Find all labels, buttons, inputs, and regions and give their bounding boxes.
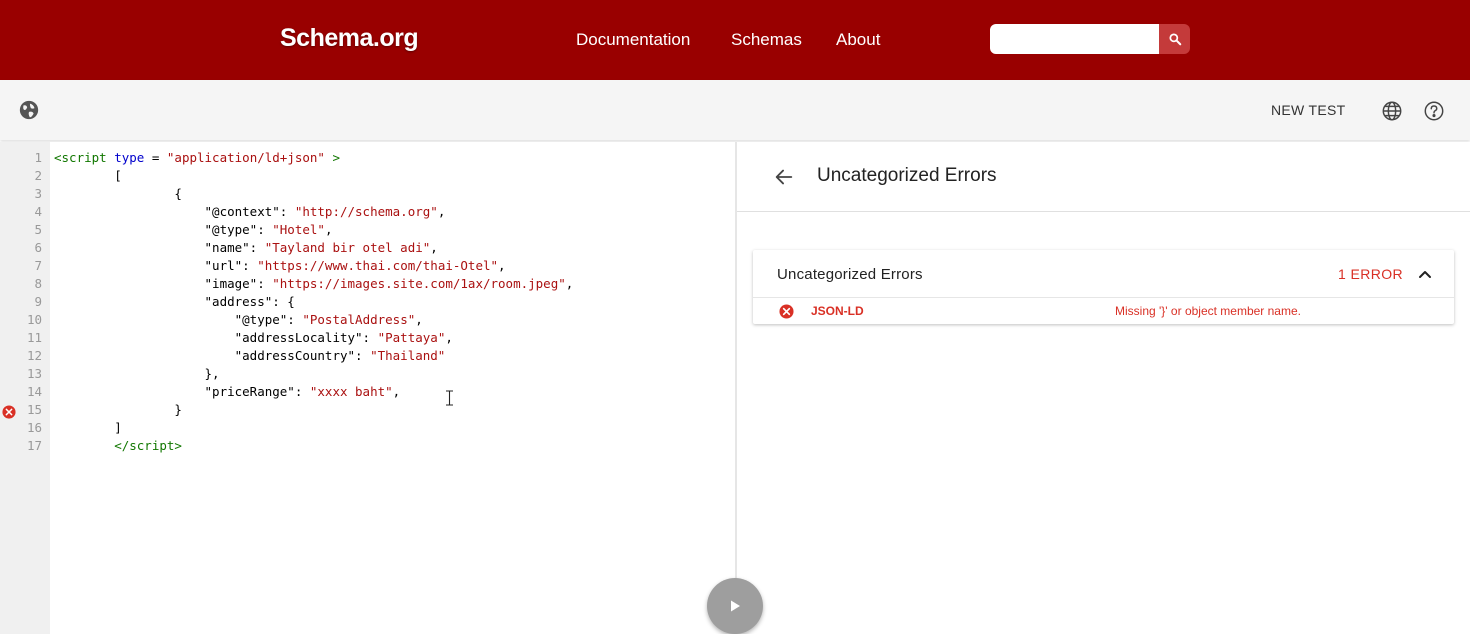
code-line[interactable]: "priceRange": "xxxx baht", xyxy=(54,384,401,399)
code-line[interactable]: { xyxy=(54,186,182,201)
code-line[interactable]: "@type": "PostalAddress", xyxy=(54,312,423,327)
error-icon xyxy=(779,304,794,319)
chevron-up-icon[interactable] xyxy=(1417,266,1433,282)
help-icon[interactable] xyxy=(1422,99,1446,123)
toolbar: NEW TEST xyxy=(0,80,1470,140)
line-number: 2 xyxy=(34,168,42,183)
language-icon[interactable] xyxy=(1380,99,1404,123)
line-number: 14 xyxy=(26,384,42,399)
code-line[interactable]: "name": "Tayland bir otel adi", xyxy=(54,240,438,255)
line-number: 4 xyxy=(34,204,42,219)
code-line[interactable]: [ xyxy=(54,168,122,183)
run-test-button[interactable] xyxy=(707,578,763,634)
new-test-button[interactable]: NEW TEST xyxy=(1271,102,1345,118)
site-logo[interactable]: Schema.org xyxy=(280,24,419,53)
error-count-badge: 1 ERROR xyxy=(1338,266,1404,282)
code-line[interactable]: ] xyxy=(54,420,122,435)
line-number: 10 xyxy=(26,312,42,327)
code-line[interactable]: "addressLocality": "Pattaya", xyxy=(54,330,453,345)
line-number: 5 xyxy=(34,222,42,237)
code-line[interactable]: } xyxy=(54,402,182,417)
line-number: 6 xyxy=(34,240,42,255)
code-line[interactable]: "url": "https://www.thai.com/thai-Otel", xyxy=(54,258,506,273)
error-marker-icon[interactable] xyxy=(2,405,16,419)
nav-about[interactable]: About xyxy=(836,30,880,50)
error-source: JSON-LD xyxy=(811,304,864,318)
search-button[interactable] xyxy=(1159,24,1190,54)
search-icon xyxy=(1168,33,1181,46)
code-editor[interactable]: 1 2 3 4 5 6 7 8 9 10 11 12 13 14 15 16 1… xyxy=(0,142,735,634)
line-number: 11 xyxy=(26,330,42,345)
error-message: Missing '}' or object member name. xyxy=(1115,304,1301,318)
line-number: 8 xyxy=(34,276,42,291)
line-number: 7 xyxy=(34,258,42,273)
code-line[interactable]: }, xyxy=(54,366,220,381)
nav-documentation[interactable]: Documentation xyxy=(576,30,690,50)
code-line[interactable]: <script type = "application/ld+json" > xyxy=(54,150,340,165)
play-icon xyxy=(731,600,740,612)
line-number: 1 xyxy=(34,150,42,165)
error-card-header[interactable]: Uncategorized Errors 1 ERROR xyxy=(753,250,1454,298)
error-card: Uncategorized Errors 1 ERROR JSON-LD Mis… xyxy=(753,250,1454,324)
line-number: 13 xyxy=(26,366,42,381)
results-header: Uncategorized Errors xyxy=(737,142,1470,212)
nav-schemas[interactable]: Schemas xyxy=(731,30,802,50)
line-number: 15 xyxy=(26,402,42,417)
text-cursor-icon xyxy=(446,390,453,406)
top-header: Schema.org Documentation Schemas About xyxy=(0,0,1470,80)
code-line[interactable]: "address": { xyxy=(54,294,295,309)
search-box xyxy=(990,24,1190,54)
line-number: 12 xyxy=(26,348,42,363)
results-pane: Uncategorized Errors Uncategorized Error… xyxy=(737,142,1470,634)
globe-icon[interactable] xyxy=(17,98,41,122)
code-line[interactable]: "@type": "Hotel", xyxy=(54,222,333,237)
error-card-title: Uncategorized Errors xyxy=(777,266,923,283)
line-number: 9 xyxy=(34,294,42,309)
search-input[interactable] xyxy=(990,24,1160,54)
code-line[interactable]: "addressCountry": "Thailand" xyxy=(54,348,446,363)
back-arrow-icon[interactable] xyxy=(773,166,795,188)
code-line[interactable]: </script> xyxy=(54,438,182,453)
code-line[interactable]: "@context": "http://schema.org", xyxy=(54,204,446,219)
line-number: 17 xyxy=(26,438,42,453)
results-title: Uncategorized Errors xyxy=(817,165,997,186)
error-row[interactable]: JSON-LD Missing '}' or object member nam… xyxy=(753,298,1454,324)
line-number: 3 xyxy=(34,186,42,201)
code-line[interactable]: "image": "https://images.site.com/1ax/ro… xyxy=(54,276,574,291)
line-number: 16 xyxy=(26,420,42,435)
